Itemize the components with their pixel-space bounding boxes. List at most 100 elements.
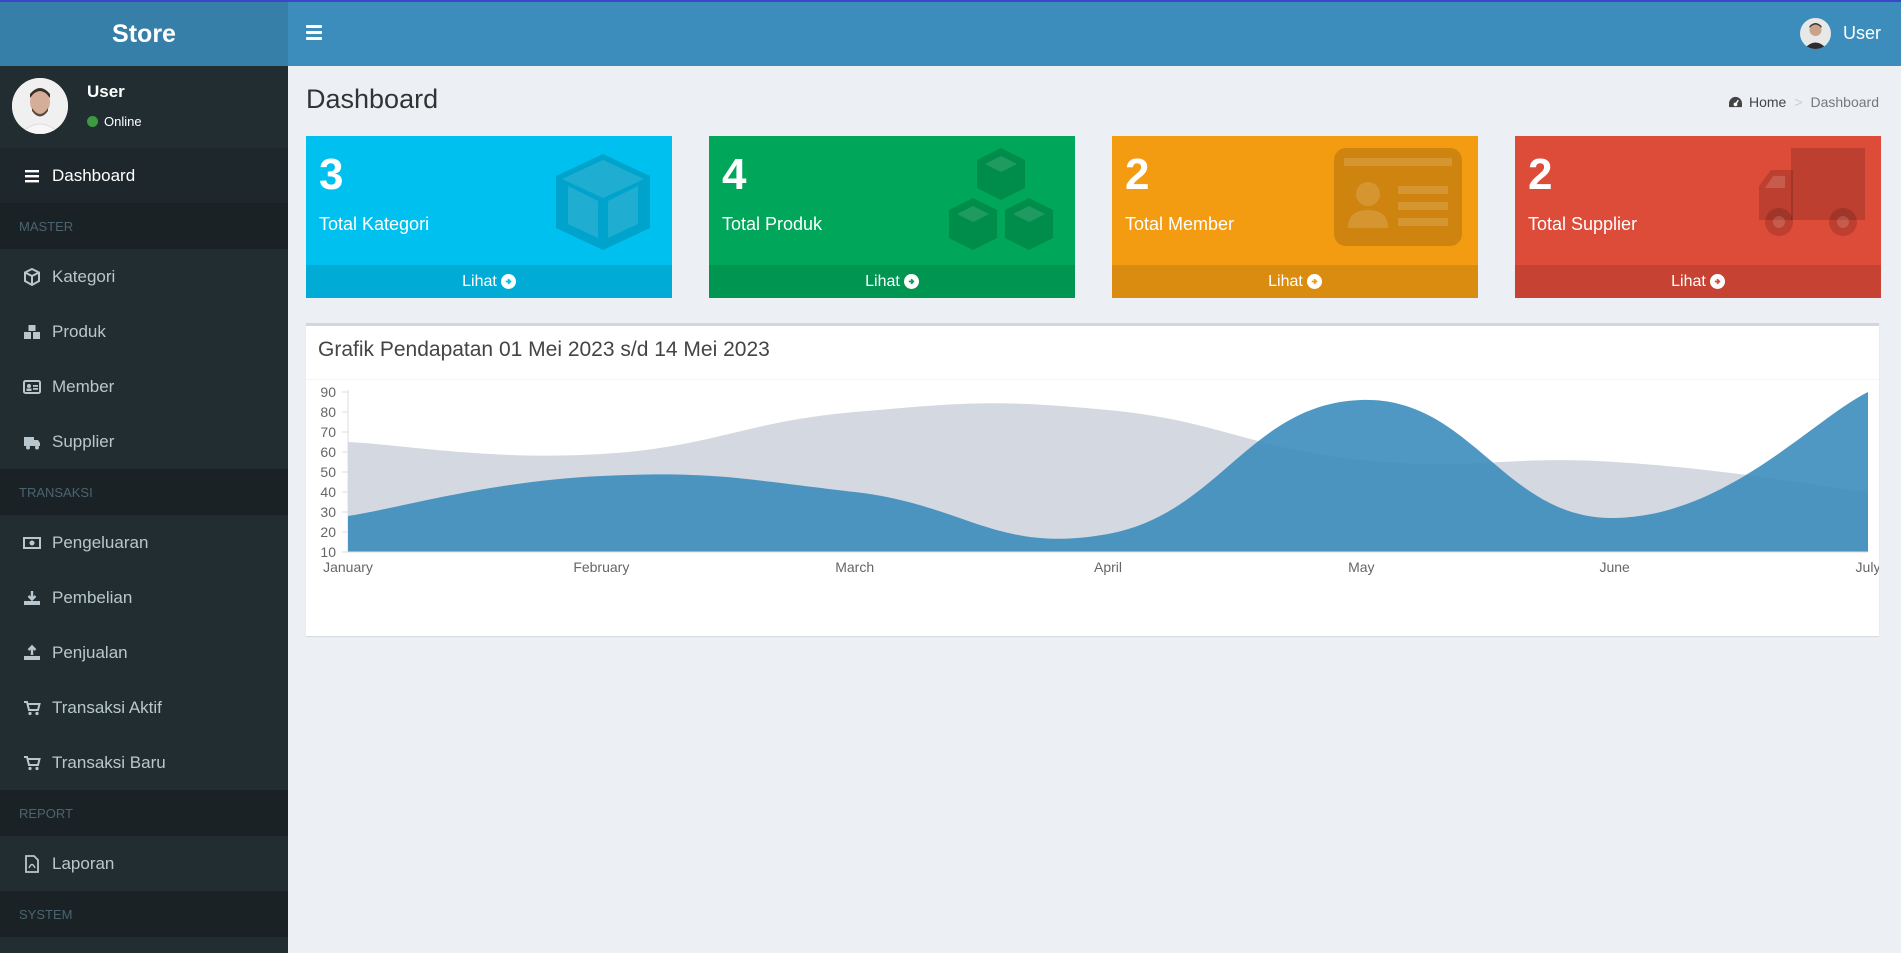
menu-header-transaksi: TRANSAKSI xyxy=(0,469,288,515)
stat-more-label: Lihat xyxy=(462,272,497,290)
breadcrumb-home-label: Home xyxy=(1748,94,1787,110)
menu-header-report: REPORT xyxy=(0,790,288,836)
sidebar-item-dashboard[interactable]: Dashboard xyxy=(0,148,288,203)
sidebar-avatar xyxy=(12,78,68,134)
arrow-circle-right-icon xyxy=(500,274,516,289)
chart-divider xyxy=(306,379,1879,380)
header-user-name: User xyxy=(1842,23,1881,43)
cart-icon xyxy=(22,698,42,718)
sidebar-item-label: Laporan xyxy=(52,853,115,873)
stat-value: 2 xyxy=(1125,150,1150,199)
sidebar-user-name: User xyxy=(87,82,125,101)
header-avatar xyxy=(1799,18,1831,49)
sidebar-item-produk[interactable]: Produk xyxy=(0,304,288,359)
breadcrumb-home[interactable]: Home xyxy=(1728,94,1786,110)
stat-value: 2 xyxy=(1528,150,1553,199)
id-card-large-icon xyxy=(1332,146,1464,253)
y-tick-label: 90 xyxy=(320,384,336,400)
chart-title: Grafik Pendapatan 01 Mei 2023 s/d 14 Mei… xyxy=(318,338,770,361)
main-content: Dashboard Home > Dashboard 3 Total Katego… xyxy=(288,66,1901,953)
cart-icon xyxy=(22,753,42,773)
stat-label: Total Kategori xyxy=(319,214,430,234)
upload-icon xyxy=(22,643,42,663)
stat-more-label: Lihat xyxy=(865,272,900,290)
sidebar-item-supplier[interactable]: Supplier xyxy=(0,414,288,469)
sidebar-item-label: Transaksi Aktif xyxy=(52,697,162,717)
y-tick-label: 80 xyxy=(320,404,336,420)
stat-more-label: Lihat xyxy=(1671,272,1706,290)
page-title: Dashboard xyxy=(306,84,439,114)
app-logo[interactable]: Store xyxy=(0,2,288,66)
sidebar-item-label: Transaksi Baru xyxy=(52,752,166,772)
file-pdf-icon xyxy=(22,854,42,874)
bars-icon xyxy=(22,166,42,186)
sidebar-item-kategori[interactable]: Kategori xyxy=(0,249,288,304)
cube-icon xyxy=(22,267,42,287)
sidebar-item-transaksi-baru[interactable]: Transaksi Baru xyxy=(0,735,288,790)
user-menu[interactable]: User xyxy=(1799,18,1881,49)
truck-icon xyxy=(22,432,42,452)
cubes-large-icon xyxy=(941,146,1061,266)
dashboard-icon xyxy=(1728,96,1742,107)
breadcrumb: Home > Dashboard xyxy=(1728,94,1879,110)
menu-header-system: SYSTEM xyxy=(0,891,288,937)
cubes-icon xyxy=(22,322,42,342)
money-icon xyxy=(22,533,42,553)
sidebar-item-label: Kategori xyxy=(52,266,116,286)
y-tick-label: 20 xyxy=(320,524,336,540)
x-tick-label: April xyxy=(1094,559,1122,575)
y-tick-label: 60 xyxy=(320,444,336,460)
sidebar-item-member[interactable]: Member xyxy=(0,359,288,414)
top-navbar: User xyxy=(288,2,1901,66)
stat-more-link[interactable]: Lihat xyxy=(1515,265,1881,298)
stat-value: 3 xyxy=(319,150,344,199)
stat-box-total-supplier: 2 Total Supplier Lihat xyxy=(1515,136,1881,298)
sidebar-item-pengeluaran[interactable]: Pengeluaran xyxy=(0,515,288,570)
sidebar-item-laporan[interactable]: Laporan xyxy=(0,836,288,891)
sidebar-item-label: Pengeluaran xyxy=(52,532,149,552)
breadcrumb-current: Dashboard xyxy=(1810,94,1880,110)
y-tick-label: 50 xyxy=(320,464,336,480)
stat-label: Total Supplier xyxy=(1528,214,1638,234)
x-tick-label: February xyxy=(573,559,629,575)
arrow-circle-right-icon xyxy=(1306,274,1322,289)
sidebar-item-label: Member xyxy=(52,376,115,396)
sidebar-toggle-icon[interactable] xyxy=(306,22,332,46)
cube-large-icon xyxy=(548,146,658,261)
sidebar-item-penjualan[interactable]: Penjualan xyxy=(0,625,288,680)
sidebar-item-pembelian[interactable]: Pembelian xyxy=(0,570,288,625)
revenue-chart: 10 20 30 40 50 60 70 80 90 January February March Ap… xyxy=(320,384,1879,575)
online-status-icon xyxy=(87,116,98,127)
x-tick-label: January xyxy=(323,559,373,575)
user-panel: User Online xyxy=(0,66,288,148)
user-status-label: Online xyxy=(104,114,142,129)
download-icon xyxy=(22,588,42,608)
sidebar-item-label: Supplier xyxy=(52,431,115,451)
truck-large-icon xyxy=(1757,146,1867,243)
stat-more-link[interactable]: Lihat xyxy=(1112,265,1478,298)
stat-more-link[interactable]: Lihat xyxy=(709,265,1075,298)
sidebar-item-label: Produk xyxy=(52,321,106,341)
sidebar-item-label: Dashboard xyxy=(52,165,136,185)
x-tick-label: July xyxy=(1856,559,1879,575)
stat-more-link[interactable]: Lihat xyxy=(306,265,672,298)
y-tick-label: 10 xyxy=(320,544,336,560)
stat-box-total-kategori: 3 Total Kategori Lihat xyxy=(306,136,672,298)
revenue-chart-box: Grafik Pendapatan 01 Mei 2023 s/d 14 Mei… xyxy=(306,323,1879,636)
x-tick-label: May xyxy=(1348,559,1374,575)
stat-label: Total Member xyxy=(1125,214,1235,234)
y-tick-label: 30 xyxy=(320,504,336,520)
stat-box-total-member: 2 Total Member Lihat xyxy=(1112,136,1478,298)
user-status: Online xyxy=(87,114,142,129)
y-tick-label: 40 xyxy=(320,484,336,500)
sidebar-item-transaksi-aktif[interactable]: Transaksi Aktif xyxy=(0,680,288,735)
y-tick-label: 70 xyxy=(320,424,336,440)
sidebar-item-label: Pembelian xyxy=(52,587,133,607)
breadcrumb-separator: > xyxy=(1794,94,1803,110)
stat-more-label: Lihat xyxy=(1268,272,1303,290)
stat-value: 4 xyxy=(722,150,747,199)
arrow-circle-right-icon xyxy=(903,274,919,289)
stat-label: Total Produk xyxy=(722,214,823,234)
x-tick-label: June xyxy=(1599,559,1630,575)
sidebar-item-label: Penjualan xyxy=(52,642,128,662)
